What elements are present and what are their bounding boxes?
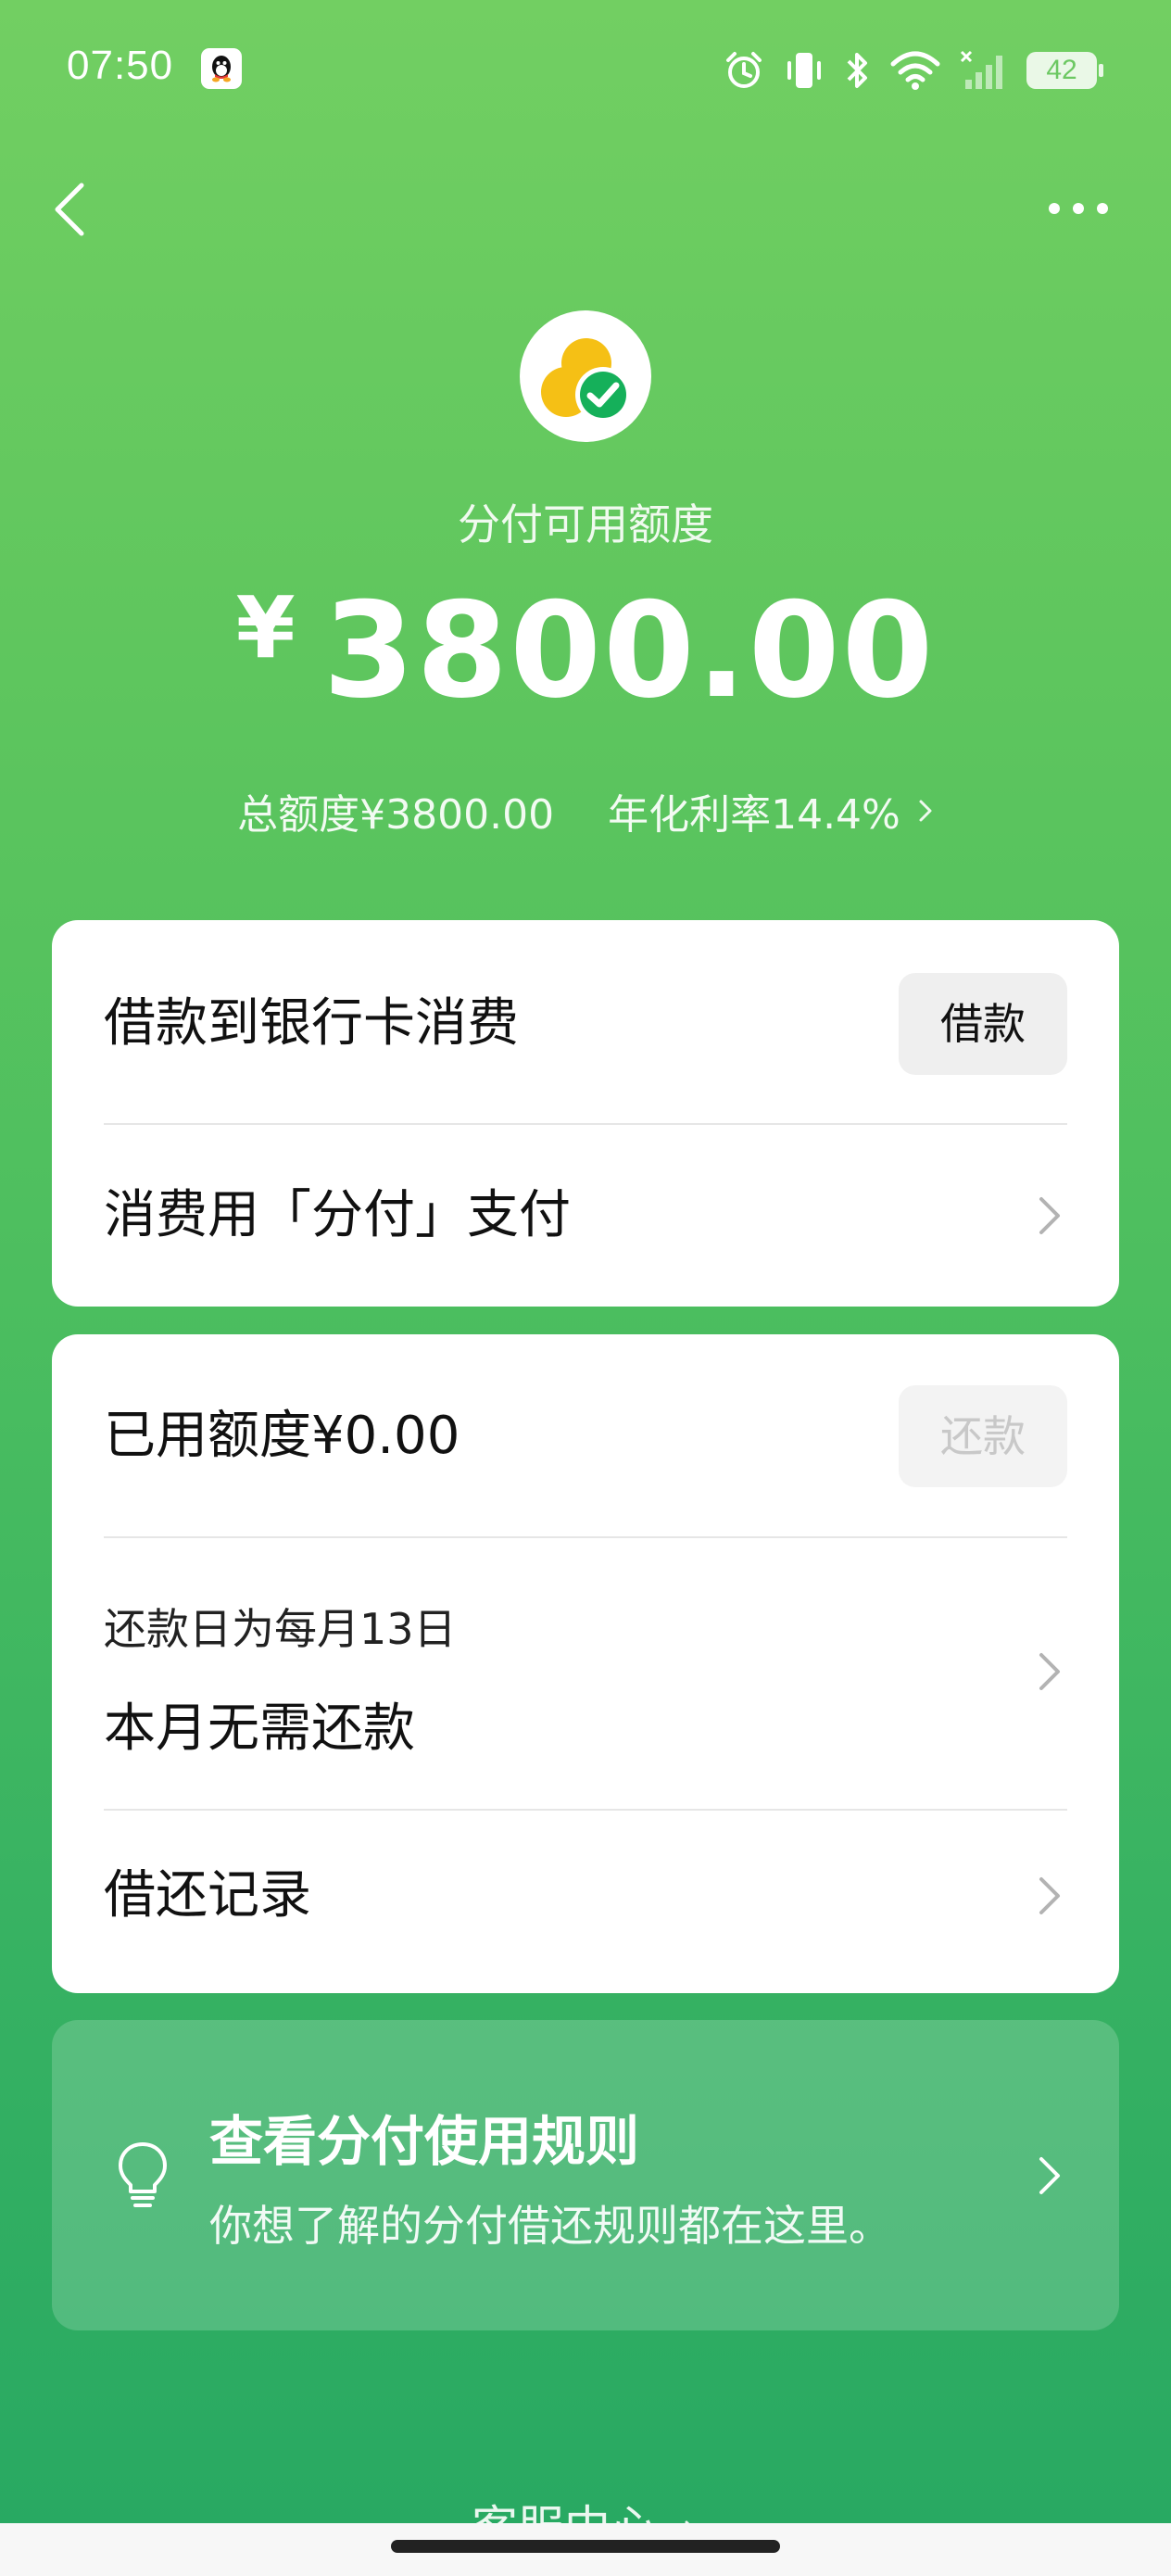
borrow-repay-records: 借还记录	[104, 1865, 311, 1926]
signal-icon	[960, 50, 1002, 89]
status-icons: 42	[723, 43, 1103, 98]
available-amount: 3800.00	[322, 575, 936, 727]
more-options-button[interactable]	[1041, 185, 1115, 232]
available-credit-amount: ¥3800.00	[0, 575, 1171, 727]
lightbulb-icon	[119, 2142, 167, 2207]
currency-symbol: ¥	[235, 578, 296, 677]
fenfu-logo-icon	[541, 338, 631, 423]
chevron-right-icon	[1039, 2157, 1060, 2194]
battery-level: 42	[1046, 55, 1077, 85]
pay-with-fenfu-title: 消费用「分付」支付	[104, 1185, 571, 1245]
back-button[interactable]	[46, 176, 102, 241]
interest-rate: 年化利率14.4%	[608, 791, 900, 839]
borrow-card: 借款到银行卡消费 借款 消费用「分付」支付	[52, 920, 1119, 1307]
alarm-icon	[726, 52, 762, 88]
status-time: 07:50	[67, 43, 174, 88]
chevron-right-icon	[1039, 1197, 1060, 1234]
chevron-right-icon	[1039, 1877, 1060, 1914]
pay-with-fenfu-row[interactable]: 消费用「分付」支付	[104, 1125, 1067, 1307]
repay-button[interactable]: 还款	[899, 1385, 1067, 1487]
repay-schedule-row[interactable]: 还款日为每月13日 本月无需还款	[104, 1538, 1067, 1809]
used-credit-row: 已用额度¥0.00 还款	[104, 1385, 1067, 1487]
available-credit-label: 分付可用额度	[458, 499, 713, 549]
fenfu-logo	[520, 310, 651, 442]
status-bar: 07:50 42	[0, 0, 1171, 139]
qq-notification-icon	[201, 48, 242, 89]
wifi-icon	[890, 51, 940, 90]
interest-rate-link[interactable]: 年化利率14.4%	[608, 781, 934, 840]
repay-day: 还款日为每月13日	[104, 1604, 457, 1654]
usage-rules-desc: 你想了解的分付借还规则都在这里。	[209, 2201, 891, 2251]
repay-card: 已用额度¥0.00 还款 还款日为每月13日 本月无需还款 借还记录	[52, 1334, 1119, 1993]
vibrate-icon	[787, 53, 821, 88]
usage-rules-card[interactable]: 查看分付使用规则 你想了解的分付借还规则都在这里。	[52, 2020, 1119, 2330]
borrow-button[interactable]: 借款	[899, 973, 1067, 1075]
total-credit: 总额度¥3800.00	[237, 791, 555, 839]
usage-rules-title: 查看分付使用规则	[209, 2110, 640, 2173]
credit-summary: 总额度¥3800.00 年化利率14.4%	[0, 781, 1171, 840]
chevron-left-icon	[55, 183, 84, 236]
battery-icon: 42	[1026, 52, 1103, 89]
bluetooth-icon	[847, 53, 867, 88]
chevron-right-icon	[1039, 1653, 1060, 1690]
borrow-to-bank-row: 借款到银行卡消费 借款	[104, 973, 1067, 1075]
chevron-right-icon	[919, 800, 932, 822]
home-indicator[interactable]	[391, 2540, 780, 2553]
borrow-repay-records-row[interactable]: 借还记录	[104, 1811, 1067, 1993]
repay-status: 本月无需还款	[104, 1698, 415, 1759]
more-dots-icon	[1049, 203, 1108, 214]
